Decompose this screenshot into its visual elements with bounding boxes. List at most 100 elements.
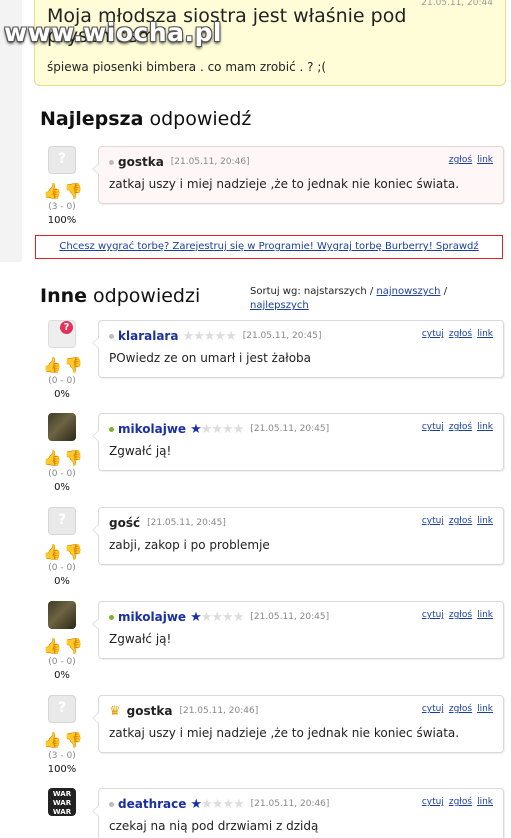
star-icon: ★ bbox=[200, 609, 213, 625]
answer-header: deathrace ★★★★★ [21.05.11, 20:46] bbox=[109, 796, 329, 812]
avatar[interactable]: WAR WAR WAR WAR bbox=[48, 788, 76, 816]
star-icon: ★ bbox=[200, 421, 213, 437]
vote-score: (0 - 0) bbox=[48, 657, 76, 667]
thumb-down-icon[interactable]: 👎 bbox=[64, 449, 83, 467]
sort-label: Sortuj wg: najstarszych / bbox=[250, 286, 377, 297]
username[interactable]: mikolajwe bbox=[118, 422, 186, 436]
answer-card: deathrace ★★★★★ [21.05.11, 20:46] cytuj zgło… bbox=[92, 788, 504, 838]
thumb-up-icon[interactable]: 👍 bbox=[43, 182, 62, 200]
status-dot-icon bbox=[109, 614, 114, 620]
star-icon: ★ bbox=[211, 796, 224, 812]
question-description: śpiewa piosenki bimbera . co mam zrobić … bbox=[47, 60, 327, 74]
rating-stars: ★★★★★ bbox=[190, 609, 244, 625]
answer-header: mikolajwe ★★★★★ [21.05.11, 20:45] bbox=[109, 609, 330, 625]
username[interactable]: klaralara bbox=[118, 329, 178, 343]
username[interactable]: gostka bbox=[127, 704, 173, 718]
sort-best-link[interactable]: najlepszych bbox=[250, 300, 309, 311]
report-link[interactable]: zgłoś bbox=[449, 516, 472, 526]
thumb-down-icon[interactable]: 👎 bbox=[64, 637, 83, 655]
permalink[interactable]: link bbox=[477, 610, 493, 620]
card-pointer bbox=[92, 337, 99, 349]
star-icon: ★ bbox=[190, 421, 202, 437]
avatar[interactable] bbox=[48, 601, 76, 629]
permalink[interactable]: link bbox=[477, 422, 493, 432]
thumb-up-icon[interactable]: 👍 bbox=[43, 449, 62, 467]
star-icon: ★ bbox=[211, 421, 223, 437]
rating-stars: ★★★★★ bbox=[190, 796, 245, 812]
avatar[interactable] bbox=[48, 320, 76, 348]
username: gość bbox=[109, 516, 141, 530]
quote-link[interactable]: cytuj bbox=[422, 704, 444, 714]
vote-percent: 100% bbox=[47, 215, 77, 226]
thumb-down-icon[interactable]: 👎 bbox=[64, 731, 83, 749]
answer-text: zabji, zakop i po problemje bbox=[109, 538, 270, 552]
others-heading-bold: Inne bbox=[40, 285, 88, 307]
vote-score: (3 - 0) bbox=[48, 202, 76, 212]
star-icon: ★ bbox=[203, 328, 216, 344]
answer-links: zgłoś link bbox=[444, 155, 493, 165]
avatar[interactable] bbox=[48, 507, 76, 535]
star-icon: ★ bbox=[233, 796, 245, 812]
thumb-up-icon[interactable]: 👍 bbox=[43, 637, 62, 655]
answer-header: gostka [21.05.11, 20:46] bbox=[109, 155, 250, 169]
report-link[interactable]: zgłoś bbox=[449, 422, 472, 432]
sort-newest-link[interactable]: najnowszych bbox=[376, 286, 440, 297]
permalink[interactable]: link bbox=[477, 329, 493, 339]
answer-text: Zgwałć ją! bbox=[109, 632, 172, 646]
thumb-up-icon[interactable]: 👍 bbox=[43, 731, 62, 749]
username[interactable]: mikolajwe bbox=[118, 610, 186, 624]
thumb-down-icon[interactable]: 👎 bbox=[64, 182, 83, 200]
status-dot-icon bbox=[109, 426, 114, 432]
quote-link[interactable]: cytuj bbox=[422, 610, 444, 620]
report-link[interactable]: zgłoś bbox=[449, 155, 472, 165]
card-pointer bbox=[92, 712, 99, 724]
answer-card: klaralara ★★★★★ [21.05.11, 20:45] cytuj zgło… bbox=[92, 320, 504, 378]
quote-link[interactable]: cytuj bbox=[422, 516, 444, 526]
thumb-down-icon[interactable]: 👎 bbox=[64, 356, 83, 374]
star-icon: ★ bbox=[222, 609, 234, 625]
promo-banner: Chcesz wygrać torbę? Zarejestruj się w P… bbox=[35, 235, 503, 259]
username[interactable]: deathrace bbox=[118, 797, 186, 811]
card-pointer bbox=[92, 618, 99, 630]
report-link[interactable]: zgłoś bbox=[449, 704, 472, 714]
quote-link[interactable]: cytuj bbox=[422, 422, 444, 432]
avatar[interactable] bbox=[48, 146, 76, 174]
answer-header: mikolajwe ★★★★★ [21.05.11, 20:45] bbox=[109, 421, 330, 437]
username[interactable]: gostka bbox=[118, 155, 164, 169]
permalink[interactable]: link bbox=[477, 704, 493, 714]
thumb-up-icon[interactable]: 👍 bbox=[43, 356, 62, 374]
answer-date: [21.05.11, 20:45] bbox=[242, 331, 322, 341]
thumb-up-icon[interactable]: 👍 bbox=[43, 543, 62, 561]
vote-score: (0 - 0) bbox=[48, 563, 76, 573]
permalink[interactable]: link bbox=[477, 155, 493, 165]
avatar[interactable] bbox=[48, 413, 76, 441]
promo-link[interactable]: Chcesz wygrać torbę? Zarejestruj się w P… bbox=[59, 241, 478, 252]
answer-header: gość [21.05.11, 20:45] bbox=[109, 516, 226, 530]
vote-score: (3 - 0) bbox=[48, 751, 76, 761]
avatar[interactable] bbox=[48, 695, 76, 723]
answer-text: Zgwałć ją! bbox=[109, 444, 172, 458]
star-icon: ★ bbox=[182, 328, 194, 344]
status-dot-icon bbox=[109, 159, 114, 165]
quote-link[interactable]: cytuj bbox=[422, 329, 444, 339]
answer-links: cytuj zgłoś link bbox=[417, 704, 493, 714]
answer-links: cytuj zgłoś link bbox=[417, 797, 493, 807]
star-icon: ★ bbox=[190, 609, 202, 625]
quote-link[interactable]: cytuj bbox=[422, 797, 444, 807]
permalink[interactable]: link bbox=[477, 797, 493, 807]
permalink[interactable]: link bbox=[477, 516, 493, 526]
answer-date: [21.05.11, 20:45] bbox=[250, 612, 330, 622]
star-icon: ★ bbox=[190, 796, 202, 812]
answer-date: [21.05.11, 20:45] bbox=[250, 424, 330, 434]
report-link[interactable]: zgłoś bbox=[449, 610, 472, 620]
answer-card: ♛ gostka [21.05.11, 20:46] cytuj zgłoś link za… bbox=[92, 695, 504, 753]
vote-percent: 0% bbox=[54, 670, 70, 681]
answer-links: cytuj zgłoś link bbox=[417, 516, 493, 526]
thumb-down-icon[interactable]: 👎 bbox=[64, 543, 83, 561]
star-icon: ★ bbox=[232, 421, 245, 437]
star-icon: ★ bbox=[201, 796, 213, 812]
rating-stars: ★★★★★ bbox=[190, 421, 245, 437]
best-heading-rest: odpowiedź bbox=[143, 108, 252, 130]
report-link[interactable]: zgłoś bbox=[449, 329, 472, 339]
report-link[interactable]: zgłoś bbox=[449, 797, 472, 807]
